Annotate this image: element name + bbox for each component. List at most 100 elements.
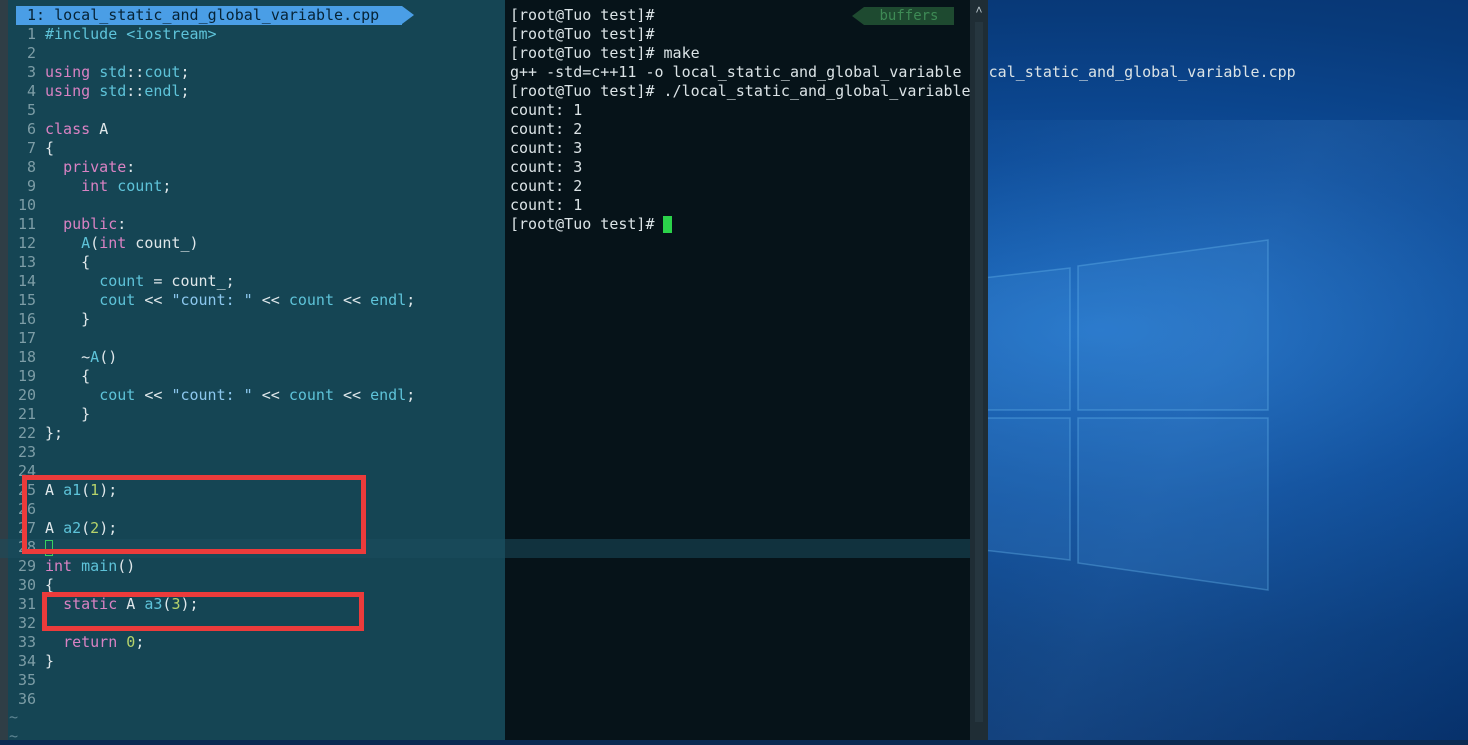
code-token: return	[63, 633, 127, 651]
line-number: 19	[17, 367, 36, 385]
code-token: ::	[126, 63, 145, 81]
code-line[interactable]: 4 using std::endl;	[0, 82, 505, 101]
code-token: ()	[99, 348, 118, 366]
code-line[interactable]: 8 private:	[0, 158, 505, 177]
code-line[interactable]: 22};	[0, 424, 505, 443]
code-text: private:	[45, 158, 135, 177]
code-text: }	[45, 405, 90, 424]
code-line[interactable]: 5	[0, 101, 505, 120]
code-text: ~A()	[45, 348, 117, 367]
line-number: 4	[26, 82, 36, 100]
code-token: {	[45, 253, 91, 271]
tab-arrow-icon	[402, 6, 414, 24]
code-token: };	[45, 424, 64, 442]
code-text: public:	[45, 215, 126, 234]
code-token: ;	[406, 386, 416, 404]
code-line[interactable]: 3 using std::cout;	[0, 63, 505, 82]
code-text: count = count_;	[45, 272, 235, 291]
code-token: {	[45, 367, 91, 385]
code-line[interactable]: 36	[0, 690, 505, 709]
scroll-up-icon[interactable]: ˄	[971, 2, 987, 18]
code-text: using std::endl;	[45, 82, 190, 101]
code-token: int	[45, 557, 82, 575]
code-token: }	[45, 405, 91, 423]
code-token: A	[90, 348, 100, 366]
code-token: <<	[334, 291, 371, 309]
shell-line: count: 1	[510, 196, 583, 214]
line-number: 31	[17, 595, 36, 613]
code-token: {	[45, 139, 55, 157]
code-token: endl	[370, 386, 407, 404]
code-text: int main()	[45, 557, 135, 576]
code-line[interactable]: 16 }	[0, 310, 505, 329]
line-number: 12	[17, 234, 36, 252]
code-token: :	[117, 215, 127, 233]
code-token: ()	[117, 557, 136, 575]
code-line[interactable]: 29 int main()	[0, 557, 505, 576]
code-text: {	[45, 253, 90, 272]
code-token: }	[45, 652, 55, 670]
line-number: 7	[26, 139, 36, 157]
code-line[interactable]: 33 return 0;	[0, 633, 505, 652]
empty-line-tilde: ~	[9, 708, 19, 726]
code-token: int	[81, 177, 118, 195]
code-line[interactable]: 2	[0, 44, 505, 63]
line-number: 18	[17, 348, 36, 366]
code-token: public	[63, 215, 118, 233]
line-number: 33	[17, 633, 36, 651]
annotation-box-static-local-object	[42, 592, 364, 631]
tab-local-static-and-global-variable[interactable]: 1: local_static_and_global_variable.cpp	[16, 6, 402, 25]
line-number: 17	[17, 329, 36, 347]
code-token: <<	[334, 386, 371, 404]
code-token: class	[45, 120, 100, 138]
code-text: {	[45, 139, 54, 158]
code-line[interactable]: 17	[0, 329, 505, 348]
code-line[interactable]: 19 {	[0, 367, 505, 386]
code-line[interactable]: 14 count = count_;	[0, 272, 505, 291]
code-line[interactable]: 35	[0, 671, 505, 690]
code-line[interactable]: 18 ~A()	[0, 348, 505, 367]
code-token: <<	[252, 386, 289, 404]
code-text: int count;	[45, 177, 171, 196]
code-text: cout << "count: " << count << endl;	[45, 291, 415, 310]
code-line[interactable]: 7{	[0, 139, 505, 158]
code-line[interactable]: 20 cout << "count: " << count << endl;	[0, 386, 505, 405]
code-text: };	[45, 424, 63, 443]
code-text: }	[45, 652, 54, 671]
line-number: 32	[17, 614, 36, 632]
shell-line: [root@Tuo test]#	[510, 25, 655, 43]
code-line[interactable]: 34}	[0, 652, 505, 671]
code-token: = count_;	[144, 272, 235, 290]
code-token: ::	[126, 82, 145, 100]
code-line[interactable]: 13 {	[0, 253, 505, 272]
code-line[interactable]: 1 #include <iostream>	[0, 25, 505, 44]
terminal-cursor	[662, 216, 672, 233]
code-line[interactable]: 12 A(int count_)	[0, 234, 505, 253]
code-line[interactable]: 15 cout << "count: " << count << endl;	[0, 291, 505, 310]
code-text: class A	[45, 120, 108, 139]
line-number: 35	[17, 671, 36, 689]
line-number: 9	[26, 177, 36, 195]
shell-line: count: 3	[510, 158, 583, 176]
code-line[interactable]: 21 }	[0, 405, 505, 424]
line-number: 30	[17, 576, 36, 594]
code-line[interactable]: 9 int count;	[0, 177, 505, 196]
line-number: 21	[17, 405, 36, 423]
code-token: count	[117, 177, 163, 195]
code-line[interactable]: 6 class A	[0, 120, 505, 139]
code-token: endl	[144, 82, 181, 100]
code-token: ;	[162, 177, 172, 195]
code-line[interactable]: 10	[0, 196, 505, 215]
buffers-arrow-icon	[852, 7, 864, 25]
code-line[interactable]: 23	[0, 443, 505, 462]
line-number: 15	[17, 291, 36, 309]
shell-line: count: 2	[510, 120, 583, 138]
line-number: 3	[26, 63, 36, 81]
code-text: cout << "count: " << count << endl;	[45, 386, 415, 405]
code-line[interactable]: 11 public:	[0, 215, 505, 234]
scrollbar-track[interactable]	[975, 22, 983, 722]
code-token: private	[63, 158, 127, 176]
line-number: 11	[17, 215, 36, 233]
